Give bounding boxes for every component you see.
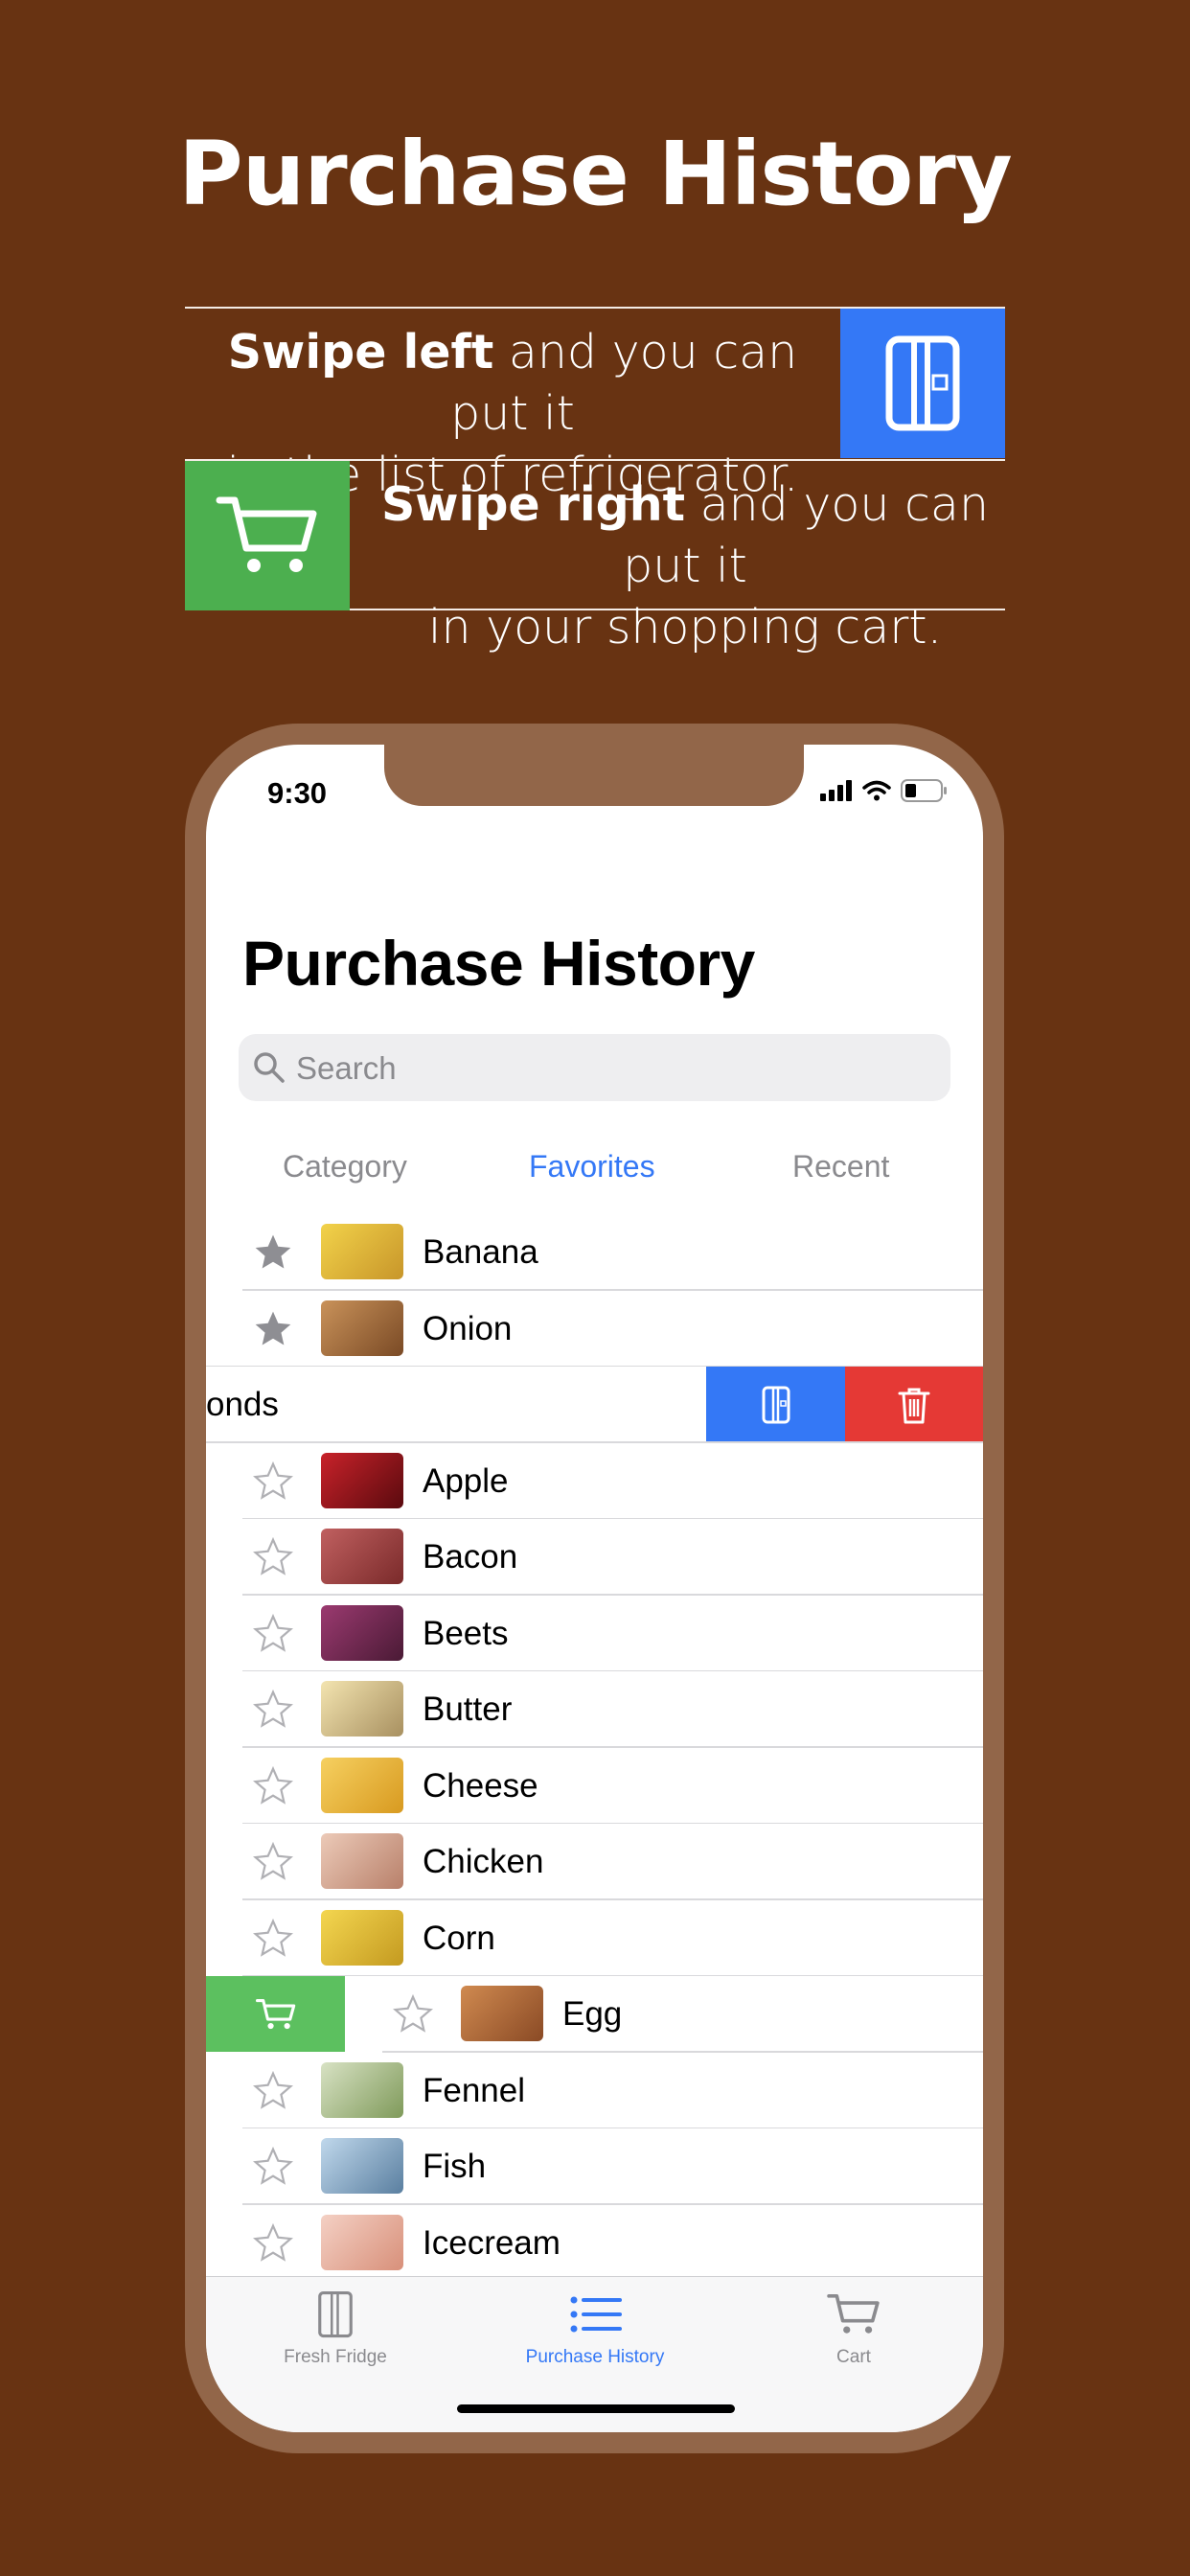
beets-image [321, 1604, 403, 1661]
star-outline-icon[interactable] [252, 2222, 294, 2265]
item-label: Icecream [423, 2223, 561, 2262]
onion-image [321, 1300, 403, 1356]
tab-fresh-fridge[interactable]: Fresh Fridge [230, 2290, 441, 2368]
fridge-icon [885, 335, 960, 431]
tab-label: Cart [836, 2347, 871, 2367]
hint-left-bold: Swipe left [227, 325, 494, 380]
cart-icon [255, 1998, 295, 2029]
item-label: Corn [423, 1919, 495, 1957]
item-label: Apple [423, 1461, 509, 1500]
tab-purchase-history[interactable]: Purchase History [490, 2290, 700, 2368]
item-label: Fish [423, 2148, 487, 2185]
hint-cart-box [185, 461, 350, 610]
item-label: Banana [423, 1233, 538, 1271]
item-label: Chicken [423, 1843, 544, 1880]
star-outline-icon[interactable] [252, 1460, 294, 1503]
home-indicator[interactable] [457, 2404, 735, 2413]
star-outline-icon[interactable] [252, 1841, 294, 1883]
item-label: Egg [562, 1995, 623, 2033]
list-item-cheese[interactable]: Cheese [206, 1748, 983, 1824]
list-item-butter[interactable]: Butter [206, 1671, 983, 1748]
hint-swipe-left: Swipe left and you can put it in the lis… [185, 307, 1005, 502]
list-item-banana[interactable]: Banana [206, 1214, 983, 1291]
list-icon [570, 2296, 622, 2333]
item-label: Onion [423, 1309, 513, 1347]
tab-bar: Fresh Fridge Purchase History Cart [206, 2276, 983, 2432]
list-item-fennel[interactable]: Fennel [206, 2053, 983, 2128]
list-item-chicken[interactable]: Chicken [206, 1824, 983, 1900]
hint-right-rest-2: in your shopping cart. [427, 600, 943, 655]
move-to-fridge-button[interactable] [706, 1367, 845, 1442]
trash-icon [898, 1388, 930, 1423]
delete-button[interactable] [845, 1367, 983, 1442]
tab-cart[interactable]: Cart [748, 2290, 959, 2368]
search-icon [254, 1052, 285, 1083]
list-item-egg-swiped-right[interactable]: Egg [206, 1976, 983, 2053]
star-outline-icon[interactable] [252, 1689, 294, 1731]
banana-image [321, 1224, 403, 1279]
status-icons [820, 779, 949, 802]
cheese-image [321, 1757, 403, 1813]
item-label: Butter [423, 1690, 513, 1728]
hint-right-bold: Swipe right [380, 477, 686, 532]
item-label: Bacon [423, 1538, 518, 1576]
list-item-apple[interactable]: Apple [206, 1443, 983, 1519]
phone-frame: 9:30 Purchase History Search Category Fa… [185, 724, 1004, 2453]
item-label: onds [206, 1386, 279, 1423]
item-list: Banana Onion onds Apple Bacon Beets Butt… [206, 1214, 983, 2281]
icecream-image [321, 2214, 403, 2270]
list-item-bacon[interactable]: Bacon [206, 1519, 983, 1596]
star-outline-icon[interactable] [252, 1613, 294, 1655]
list-item-beets[interactable]: Beets [206, 1596, 983, 1671]
hint-fridge-box [840, 309, 1005, 458]
hint-swipe-right: Swipe right and you can put it in your s… [185, 459, 1005, 655]
corn-image [321, 1909, 403, 1966]
item-label: Cheese [423, 1766, 538, 1805]
battery-icon [901, 779, 947, 802]
fridge-icon [318, 2290, 353, 2338]
page-title: Purchase History [242, 928, 755, 999]
chicken-image [321, 1833, 403, 1889]
tab-label: Fresh Fridge [284, 2347, 387, 2367]
star-outline-icon[interactable] [252, 2146, 294, 2188]
phone-screen: 9:30 Purchase History Search Category Fa… [206, 745, 983, 2432]
star-outline-icon[interactable] [252, 1765, 294, 1807]
fridge-icon [762, 1386, 790, 1423]
list-item-corn[interactable]: Corn [206, 1900, 983, 1976]
segment-category[interactable]: Category [283, 1149, 407, 1184]
apple-image [321, 1452, 403, 1508]
item-label: Beets [423, 1614, 509, 1652]
list-item-swiped-left[interactable]: onds [206, 1367, 983, 1443]
list-item-icecream[interactable]: Icecream [206, 2205, 983, 2282]
bacon-image [321, 1529, 403, 1584]
search-placeholder: Search [296, 1050, 397, 1086]
star-outline-icon[interactable] [252, 2070, 294, 2112]
cart-icon [827, 2294, 880, 2334]
star-icon[interactable] [252, 1308, 294, 1350]
wifi-icon [862, 780, 891, 801]
star-outline-icon[interactable] [252, 1536, 294, 1578]
search-field[interactable]: Search [239, 1034, 950, 1101]
add-to-cart-button[interactable] [206, 1976, 345, 2052]
segment-recent[interactable]: Recent [792, 1149, 889, 1184]
item-label: Fennel [423, 2071, 526, 2109]
star-icon[interactable] [252, 1231, 294, 1274]
egg-image [461, 1986, 543, 2041]
segment-favorites[interactable]: Favorites [529, 1149, 655, 1184]
star-outline-icon[interactable] [252, 1918, 294, 1960]
hint-right-text: Swipe right and you can put it in your s… [350, 474, 1020, 658]
list-item-fish[interactable]: Fish [206, 2128, 983, 2205]
star-outline-icon[interactable] [392, 1993, 434, 2036]
list-item-onion[interactable]: Onion [206, 1291, 983, 1367]
tab-label: Purchase History [525, 2347, 665, 2367]
notch [384, 745, 804, 806]
fish-image [321, 2138, 403, 2194]
hint-left-rest-1: and you can put it [450, 325, 798, 441]
status-time: 9:30 [267, 776, 328, 810]
signal-icon [820, 780, 852, 801]
headline: Purchase History [178, 123, 1012, 225]
butter-image [321, 1681, 403, 1736]
cart-icon [216, 496, 317, 572]
fennel-image [321, 2061, 403, 2118]
